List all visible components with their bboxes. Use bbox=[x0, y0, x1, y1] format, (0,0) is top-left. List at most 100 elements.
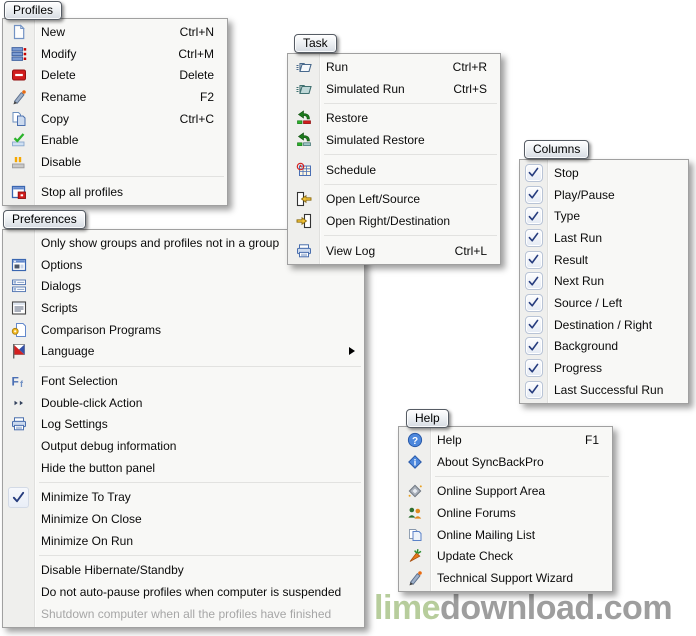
menu-separator bbox=[3, 552, 364, 560]
menu-item-disable[interactable]: Disable bbox=[3, 151, 227, 173]
menu-separator bbox=[3, 479, 364, 487]
menu-item-gutter bbox=[3, 343, 34, 359]
menu-item-label: Schedule bbox=[326, 162, 377, 177]
menu-item-type[interactable]: Type bbox=[520, 205, 688, 227]
tab-label: Columns bbox=[533, 142, 581, 156]
checkbox bbox=[524, 293, 543, 312]
menu-item-delete[interactable]: Delete Delete bbox=[3, 64, 227, 86]
menu-item-technical-support-wizard[interactable]: Technical Support Wizard bbox=[399, 567, 612, 589]
menu-item-play-pause[interactable]: Play/Pause bbox=[520, 184, 688, 206]
menu-item-shortcut: Ctrl+L bbox=[454, 243, 487, 258]
menu-item-schedule[interactable]: Schedule bbox=[288, 159, 500, 181]
menu-item-update-check[interactable]: Update Check bbox=[399, 545, 612, 567]
menu-item-simulated-restore[interactable]: Simulated Restore bbox=[288, 129, 500, 151]
menu-item-minimize-on-close[interactable]: Minimize On Close bbox=[3, 508, 364, 530]
checked-marker bbox=[8, 486, 29, 508]
menu-item-label: Language bbox=[41, 344, 95, 359]
menu-item-hide-the-button-panel[interactable]: Hide the button panel bbox=[3, 457, 364, 479]
menu-item-online-support-area[interactable]: Online Support Area bbox=[399, 480, 612, 502]
menu-item-shortcut: F2 bbox=[199, 89, 214, 104]
menu-item-label: Enable bbox=[41, 133, 79, 148]
menu-item-modify[interactable]: Modify Ctrl+M bbox=[3, 43, 227, 65]
menu-item-next-run[interactable]: Next Run bbox=[520, 270, 688, 292]
menu-item-label: Online Support Area bbox=[437, 484, 546, 499]
check-icon bbox=[527, 210, 540, 223]
menu-item-destination-right[interactable]: Destination / Right bbox=[520, 314, 688, 336]
menu-item-do-not-auto-pause-profiles-when-computer-is-suspended[interactable]: Do not auto-pause profiles when computer… bbox=[3, 581, 364, 603]
menu-item-gutter bbox=[520, 207, 547, 226]
menu-item-copy[interactable]: Copy Ctrl+C bbox=[3, 108, 227, 130]
menu-item-result[interactable]: Result bbox=[520, 249, 688, 271]
check-icon bbox=[11, 490, 26, 505]
svg-text:f: f bbox=[20, 379, 24, 389]
menu-item-view-log[interactable]: View Log Ctrl+L bbox=[288, 240, 500, 262]
menu-item-dialogs[interactable]: Dialogs bbox=[3, 275, 364, 297]
menu-item-gutter bbox=[520, 250, 547, 269]
run-folder-icon bbox=[296, 59, 312, 75]
preferences-menu-tab[interactable]: Preferences bbox=[3, 210, 86, 229]
menu-item-comparison-programs[interactable]: Comparison Programs bbox=[3, 319, 364, 341]
menu-item-gutter bbox=[3, 486, 34, 508]
checkbox bbox=[524, 315, 543, 334]
menu-item-minimize-to-tray[interactable]: Minimize To Tray bbox=[3, 486, 364, 509]
menu-item-label: Minimize To Tray bbox=[41, 490, 131, 505]
stop-all-profiles-icon bbox=[11, 184, 27, 200]
menu-item-stop[interactable]: Stop bbox=[520, 162, 688, 184]
menu-item-gutter bbox=[3, 46, 34, 62]
menu-item-gutter: ? bbox=[399, 432, 430, 448]
delete-icon bbox=[11, 67, 27, 83]
menu-item-background[interactable]: Background bbox=[520, 336, 688, 358]
menu-item-double-click-action[interactable]: Double-click Action bbox=[3, 392, 364, 414]
menu-item-online-mailing-list[interactable]: Online Mailing List bbox=[399, 524, 612, 546]
menu-item-font-selection[interactable]: Ff Font Selection bbox=[3, 370, 364, 392]
menu-item-gutter bbox=[3, 154, 34, 170]
menu-item-restore[interactable]: Restore bbox=[288, 107, 500, 129]
menu-item-output-debug-information[interactable]: Output debug information bbox=[3, 435, 364, 457]
menu-item-stop-all-profiles[interactable]: Stop all profiles bbox=[3, 181, 227, 203]
checkbox bbox=[524, 228, 543, 247]
menu-item-last-run[interactable]: Last Run bbox=[520, 227, 688, 249]
menu-item-log-settings[interactable]: Log Settings bbox=[3, 414, 364, 436]
menu-item-source-left[interactable]: Source / Left bbox=[520, 292, 688, 314]
menu-item-disable-hibernate-standby[interactable]: Disable Hibernate/Standby bbox=[3, 560, 364, 582]
menu-item-scripts[interactable]: Scripts bbox=[3, 297, 364, 319]
menu-item-shutdown-computer-when-all-the-profiles-have-finished[interactable]: Shutdown computer when all the profiles … bbox=[3, 603, 364, 625]
task-menu-tab[interactable]: Task bbox=[294, 34, 337, 53]
view-log-printer-icon bbox=[296, 243, 312, 259]
columns-menu-tab[interactable]: Columns bbox=[524, 140, 590, 159]
menu-item-about-syncbackpro[interactable]: i About SyncBackPro bbox=[399, 451, 612, 473]
menu-item-progress[interactable]: Progress bbox=[520, 357, 688, 379]
menu-item-open-left-source[interactable]: Open Left/Source bbox=[288, 188, 500, 210]
menu-item-rename[interactable]: Rename F2 bbox=[3, 86, 227, 108]
menu-item-label: Play/Pause bbox=[554, 187, 615, 202]
checkbox bbox=[524, 337, 543, 356]
menu-item-minimize-on-run[interactable]: Minimize On Run bbox=[3, 530, 364, 552]
help-menu-tab[interactable]: Help bbox=[406, 409, 449, 428]
menu-item-label: Do not auto-pause profiles when computer… bbox=[41, 585, 342, 600]
double-click-arrows-icon bbox=[11, 395, 27, 411]
tab-label: Task bbox=[303, 36, 328, 50]
menu-item-gutter bbox=[399, 570, 430, 586]
menu-item-label: Open Right/Destination bbox=[326, 213, 451, 228]
menu-item-enable[interactable]: Enable bbox=[3, 129, 227, 151]
menu-item-online-forums[interactable]: Online Forums bbox=[399, 502, 612, 524]
menu-item-language[interactable]: Language bbox=[3, 340, 364, 362]
profiles-menu-tab[interactable]: Profiles bbox=[4, 1, 63, 20]
check-icon bbox=[527, 166, 540, 179]
checkbox bbox=[524, 250, 543, 269]
check-icon bbox=[527, 231, 540, 244]
menu-item-simulated-run[interactable]: Simulated Run Ctrl+S bbox=[288, 78, 500, 100]
menu-item-run[interactable]: Run Ctrl+R bbox=[288, 56, 500, 78]
menu-item-gutter bbox=[399, 505, 430, 521]
task-menu: Run Ctrl+R Simulated Run Ctrl+S Restore Simul… bbox=[287, 53, 501, 265]
menu-item-shortcut: F1 bbox=[584, 432, 599, 447]
menu-item-help[interactable]: ? Help F1 bbox=[399, 429, 612, 451]
checkbox bbox=[524, 272, 543, 291]
tab-label: Help bbox=[415, 411, 440, 425]
menu-item-gutter bbox=[520, 337, 547, 356]
menu-item-new[interactable]: New Ctrl+N bbox=[3, 21, 227, 43]
menu-item-gutter bbox=[3, 184, 34, 200]
menu-item-last-successful-run[interactable]: Last Successful Run bbox=[520, 379, 688, 401]
mailing-list-pages-icon bbox=[407, 527, 423, 543]
menu-item-open-right-destination[interactable]: Open Right/Destination bbox=[288, 210, 500, 232]
